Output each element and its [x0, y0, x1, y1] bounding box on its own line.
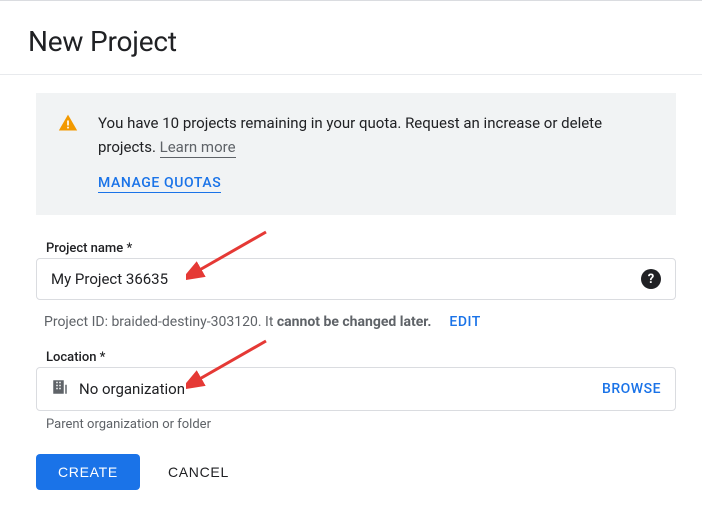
location-field: Location * No organization BROWSE	[36, 350, 676, 411]
manage-quotas-link[interactable]: MANAGE QUOTAS	[98, 175, 221, 193]
project-name-value: My Project 36635	[51, 270, 168, 288]
project-id-period: . It	[258, 314, 277, 330]
location-value: No organization	[79, 380, 185, 398]
organization-icon	[51, 378, 69, 400]
cancel-button[interactable]: CANCEL	[168, 464, 229, 480]
location-input[interactable]: No organization BROWSE	[36, 367, 676, 411]
page-title: New Project	[28, 25, 674, 58]
help-icon[interactable]: ?	[641, 269, 661, 289]
edit-project-id-link[interactable]: EDIT	[449, 314, 480, 330]
project-name-label: Project name *	[46, 241, 676, 256]
quota-notice-text: You have 10 projects remaining in your q…	[98, 111, 654, 159]
project-id-prefix: Project ID:	[44, 314, 111, 330]
project-id-note: Project ID: braided-destiny-303120. It c…	[44, 314, 676, 330]
project-id-value: braided-destiny-303120	[111, 314, 257, 330]
quota-notice: You have 10 projects remaining in your q…	[36, 93, 676, 215]
location-helper-text: Parent organization or folder	[46, 417, 676, 432]
project-id-warning: cannot be changed later.	[277, 314, 432, 330]
learn-more-link[interactable]: Learn more	[160, 138, 236, 158]
browse-button[interactable]: BROWSE	[602, 381, 661, 397]
project-name-field: Project name * My Project 36635 ?	[36, 241, 676, 300]
location-label: Location *	[46, 350, 676, 365]
project-name-input[interactable]: My Project 36635 ?	[36, 258, 676, 300]
create-button[interactable]: CREATE	[36, 454, 140, 490]
warning-icon	[58, 113, 78, 193]
